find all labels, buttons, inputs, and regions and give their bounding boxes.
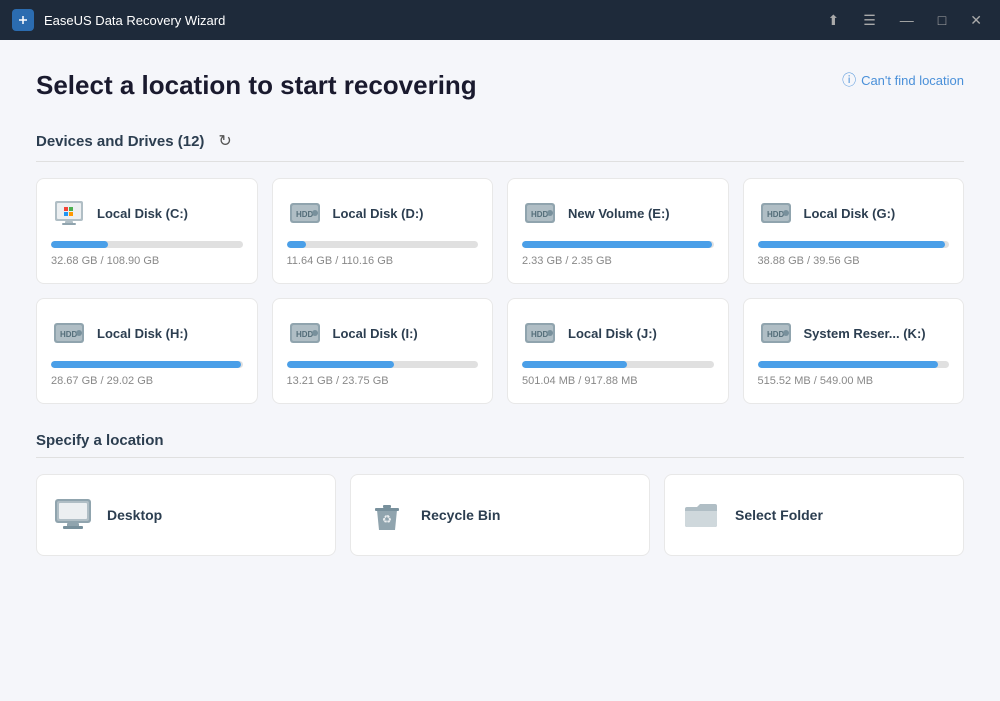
app-logo (12, 9, 34, 31)
progress-bg-5 (287, 361, 479, 368)
share-button[interactable]: ⬆ (822, 9, 846, 31)
drive-size-7: 515.52 MB / 549.00 MB (758, 375, 950, 387)
location-name-2: Select Folder (735, 507, 823, 523)
content-area: ⓘ Can't find location Select a location … (0, 40, 1000, 701)
location-grid: Desktop ♻ Recycle Bin Select Folder (36, 474, 964, 556)
drive-name-3: Local Disk (G:) (804, 206, 896, 221)
drive-size-5: 13.21 GB / 23.75 GB (287, 375, 479, 387)
drive-icon-4: HDD (51, 315, 87, 351)
minimize-button[interactable]: — (894, 9, 920, 31)
svg-text:HDD: HDD (767, 330, 785, 339)
progress-fill-0 (51, 241, 108, 248)
svg-text:HDD: HDD (296, 210, 314, 219)
drive-size-6: 501.04 MB / 917.88 MB (522, 375, 714, 387)
drive-name-4: Local Disk (H:) (97, 326, 188, 341)
app-title: EaseUS Data Recovery Wizard (44, 13, 822, 28)
progress-bg-7 (758, 361, 950, 368)
drive-name-5: Local Disk (I:) (333, 326, 418, 341)
progress-fill-3 (758, 241, 946, 248)
drive-size-0: 32.68 GB / 108.90 GB (51, 255, 243, 267)
drive-card-4[interactable]: HDD Local Disk (H:) 28.67 GB / 29.02 GB (36, 298, 258, 404)
main-content: ⓘ Can't find location Select a location … (0, 40, 1000, 701)
specify-section-title: Specify a location (36, 432, 164, 449)
location-name-1: Recycle Bin (421, 507, 500, 523)
maximize-button[interactable]: □ (932, 9, 952, 31)
svg-text:HDD: HDD (767, 210, 785, 219)
drive-icon-7: HDD (758, 315, 794, 351)
drive-size-3: 38.88 GB / 39.56 GB (758, 255, 950, 267)
drive-card-7[interactable]: HDD System Reser... (K:) 515.52 MB / 549… (743, 298, 965, 404)
progress-fill-5 (287, 361, 394, 368)
menu-button[interactable]: ☰ (857, 9, 882, 31)
drive-card-1[interactable]: HDD Local Disk (D:) 11.64 GB / 110.16 GB (272, 178, 494, 284)
desktop-icon (53, 495, 93, 535)
drive-card-top: HDD Local Disk (D:) (287, 195, 479, 231)
drive-icon-2: HDD (522, 195, 558, 231)
location-card-recycle[interactable]: ♻ Recycle Bin (350, 474, 650, 556)
drive-card-6[interactable]: HDD Local Disk (J:) 501.04 MB / 917.88 M… (507, 298, 729, 404)
location-card-desktop[interactable]: Desktop (36, 474, 336, 556)
svg-text:HDD: HDD (296, 330, 314, 339)
drive-card-top: HDD Local Disk (I:) (287, 315, 479, 351)
location-name-0: Desktop (107, 507, 162, 523)
drive-card-2[interactable]: HDD New Volume (E:) 2.33 GB / 2.35 GB (507, 178, 729, 284)
drive-icon-6: HDD (522, 315, 558, 351)
progress-fill-4 (51, 361, 241, 368)
drive-icon-1: HDD (287, 195, 323, 231)
drive-card-top: Local Disk (C:) (51, 195, 243, 231)
drive-card-3[interactable]: HDD Local Disk (G:) 38.88 GB / 39.56 GB (743, 178, 965, 284)
drive-card-5[interactable]: HDD Local Disk (I:) 13.21 GB / 23.75 GB (272, 298, 494, 404)
drive-name-2: New Volume (E:) (568, 206, 670, 221)
progress-bg-3 (758, 241, 950, 248)
drives-grid: Local Disk (C:) 32.68 GB / 108.90 GB HDD… (36, 178, 964, 404)
drive-icon-5: HDD (287, 315, 323, 351)
drive-card-top: HDD System Reser... (K:) (758, 315, 950, 351)
drive-size-1: 11.64 GB / 110.16 GB (287, 255, 479, 267)
progress-fill-2 (522, 241, 712, 248)
progress-fill-7 (758, 361, 938, 368)
drive-card-0[interactable]: Local Disk (C:) 32.68 GB / 108.90 GB (36, 178, 258, 284)
specify-section-header: Specify a location (36, 432, 964, 458)
page-title: Select a location to start recovering (36, 70, 764, 101)
progress-fill-1 (287, 241, 306, 248)
svg-text:HDD: HDD (60, 330, 78, 339)
specify-section: Specify a location Desktop ♻ Recycle Bin… (36, 432, 964, 556)
drive-icon-0 (51, 195, 87, 231)
drive-card-top: HDD New Volume (E:) (522, 195, 714, 231)
drive-name-1: Local Disk (D:) (333, 206, 424, 221)
drive-name-7: System Reser... (K:) (804, 326, 926, 341)
progress-bg-0 (51, 241, 243, 248)
close-button[interactable]: ✕ (964, 9, 988, 31)
devices-section-header: Devices and Drives (12) ↻ (36, 129, 964, 162)
drive-name-0: Local Disk (C:) (97, 206, 188, 221)
help-circle-icon: ⓘ (842, 70, 856, 90)
drive-card-top: HDD Local Disk (G:) (758, 195, 950, 231)
drive-icon-3: HDD (758, 195, 794, 231)
drive-card-top: HDD Local Disk (J:) (522, 315, 714, 351)
devices-section-title: Devices and Drives (12) (36, 133, 204, 150)
location-card-folder[interactable]: Select Folder (664, 474, 964, 556)
titlebar: EaseUS Data Recovery Wizard ⬆ ☰ — □ ✕ (0, 0, 1000, 40)
folder-icon (681, 495, 721, 535)
progress-bg-1 (287, 241, 479, 248)
progress-bg-2 (522, 241, 714, 248)
svg-text:HDD: HDD (531, 330, 549, 339)
refresh-button[interactable]: ↻ (214, 129, 235, 153)
progress-bg-6 (522, 361, 714, 368)
window-controls: ⬆ ☰ — □ ✕ (822, 9, 989, 31)
svg-text:HDD: HDD (531, 210, 549, 219)
progress-bg-4 (51, 361, 243, 368)
drive-card-top: HDD Local Disk (H:) (51, 315, 243, 351)
svg-text:♻: ♻ (382, 514, 392, 526)
drive-name-6: Local Disk (J:) (568, 326, 657, 341)
drive-size-4: 28.67 GB / 29.02 GB (51, 375, 243, 387)
drive-size-2: 2.33 GB / 2.35 GB (522, 255, 714, 267)
recycle-icon: ♻ (367, 495, 407, 535)
cant-find-link[interactable]: ⓘ Can't find location (842, 70, 964, 90)
progress-fill-6 (522, 361, 627, 368)
